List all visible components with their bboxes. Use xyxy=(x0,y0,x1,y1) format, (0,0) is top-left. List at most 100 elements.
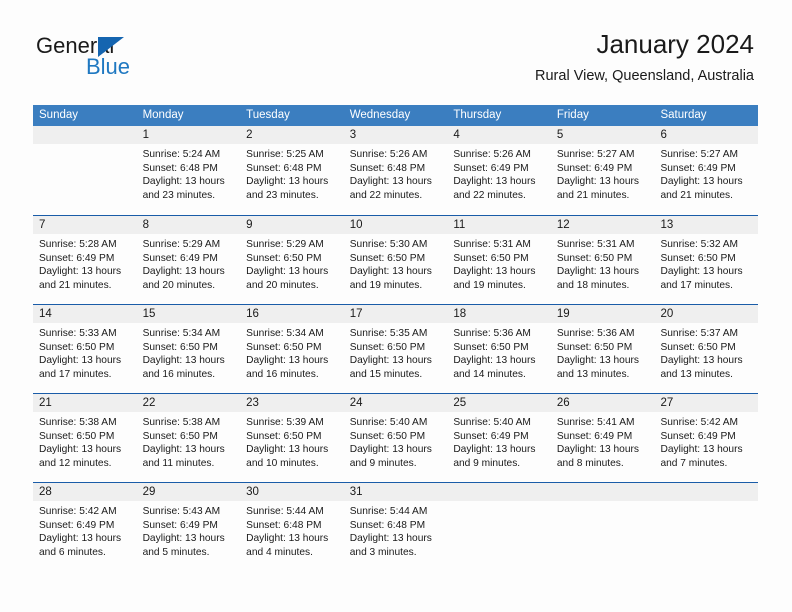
day-details: Sunrise: 5:39 AM Sunset: 6:50 PM Daylight:… xyxy=(240,412,344,470)
calendar-day-cell[interactable]: 10 Sunrise: 5:30 AM Sunset: 6:50 PM Dayligh… xyxy=(343,216,448,304)
calendar-day-cell[interactable]: 24 Sunrise: 5:40 AM Sunset: 6:50 PM Dayligh… xyxy=(343,394,448,482)
calendar-day-cell[interactable]: 3 Sunrise: 5:26 AM Sunset: 6:48 PM Daylight… xyxy=(343,126,448,215)
day-details: Sunrise: 5:34 AM Sunset: 6:50 PM Daylight:… xyxy=(137,323,241,381)
calendar-day-cell[interactable]: 1 Sunrise: 5:24 AM Sunset: 6:48 PM Daylight… xyxy=(136,126,241,215)
calendar-day-cell[interactable]: 22 Sunrise: 5:38 AM Sunset: 6:50 PM Dayligh… xyxy=(136,394,241,482)
day-number: 16 xyxy=(240,305,344,323)
day-number xyxy=(550,483,655,501)
daylight-text: Daylight: 13 hours and 21 minutes. xyxy=(556,176,640,201)
calendar-day-cell-empty xyxy=(447,483,551,571)
daylight-text: Daylight: 13 hours and 13 minutes. xyxy=(660,355,743,380)
calendar-day-cell[interactable]: 23 Sunrise: 5:39 AM Sunset: 6:50 PM Dayligh… xyxy=(240,394,344,482)
day-details: Sunrise: 5:24 AM Sunset: 6:48 PM Daylight:… xyxy=(137,144,241,202)
daylight-text: Daylight: 13 hours and 11 minutes. xyxy=(142,444,225,469)
sunrise-text: Sunrise: 5:34 AM xyxy=(246,328,324,339)
general-blue-logo[interactable]: General Blue xyxy=(36,34,186,86)
calendar-day-cell[interactable]: 12 Sunrise: 5:31 AM Sunset: 6:50 PM Dayligh… xyxy=(550,216,655,304)
calendar-day-cell[interactable]: 30 Sunrise: 5:44 AM Sunset: 6:48 PM Dayligh… xyxy=(240,483,344,571)
calendar-day-cell[interactable]: 4 Sunrise: 5:26 AM Sunset: 6:49 PM Daylight… xyxy=(447,126,551,215)
daylight-text: Daylight: 13 hours and 9 minutes. xyxy=(453,444,536,469)
day-details: Sunrise: 5:25 AM Sunset: 6:48 PM Daylight:… xyxy=(240,144,344,202)
calendar-day-cell[interactable]: 18 Sunrise: 5:36 AM Sunset: 6:50 PM Dayligh… xyxy=(447,305,551,393)
calendar-day-cell[interactable]: 27 Sunrise: 5:42 AM Sunset: 6:49 PM Dayligh… xyxy=(654,394,759,482)
daylight-text: Daylight: 13 hours and 19 minutes. xyxy=(453,266,536,291)
day-details: Sunrise: 5:30 AM Sunset: 6:50 PM Daylight:… xyxy=(344,234,448,292)
day-number: 10 xyxy=(343,216,448,234)
day-details: Sunrise: 5:31 AM Sunset: 6:50 PM Daylight:… xyxy=(551,234,655,292)
calendar-day-cell[interactable]: 29 Sunrise: 5:43 AM Sunset: 6:49 PM Dayligh… xyxy=(136,483,241,571)
day-details: Sunrise: 5:44 AM Sunset: 6:48 PM Daylight:… xyxy=(240,501,344,559)
day-details: Sunrise: 5:32 AM Sunset: 6:50 PM Daylight:… xyxy=(654,234,758,292)
sunset-text: Sunset: 6:50 PM xyxy=(453,252,529,264)
daylight-text: Daylight: 13 hours and 16 minutes. xyxy=(246,355,329,380)
calendar-day-cell[interactable]: 5 Sunrise: 5:27 AM Sunset: 6:49 PM Daylight… xyxy=(550,126,655,215)
calendar-day-cell[interactable]: 14 Sunrise: 5:33 AM Sunset: 6:50 PM Dayligh… xyxy=(33,305,137,393)
calendar-day-cell[interactable]: 17 Sunrise: 5:35 AM Sunset: 6:50 PM Dayligh… xyxy=(343,305,448,393)
sunrise-text: Sunrise: 5:37 AM xyxy=(660,328,739,339)
calendar-week-row: 21 Sunrise: 5:38 AM Sunset: 6:50 PM Dayligh… xyxy=(33,393,759,482)
sunset-text: Sunset: 6:50 PM xyxy=(349,341,426,353)
sunset-text: Sunset: 6:50 PM xyxy=(349,430,426,442)
calendar-weeks: 1 Sunrise: 5:24 AM Sunset: 6:48 PM Daylight… xyxy=(33,126,759,571)
sunrise-text: Sunrise: 5:28 AM xyxy=(39,239,117,250)
sunset-text: Sunset: 6:49 PM xyxy=(453,430,529,442)
weekday-header-row: Sunday Monday Tuesday Wednesday Thursday… xyxy=(33,105,758,126)
weekday-header-monday: Monday xyxy=(142,109,184,121)
sunset-text: Sunset: 6:49 PM xyxy=(556,430,633,442)
sunrise-text: Sunrise: 5:43 AM xyxy=(142,506,221,517)
calendar-day-cell[interactable]: 31 Sunrise: 5:44 AM Sunset: 6:48 PM Dayligh… xyxy=(343,483,448,571)
daylight-text: Daylight: 13 hours and 23 minutes. xyxy=(246,176,329,201)
calendar-day-cell[interactable]: 7 Sunrise: 5:28 AM Sunset: 6:49 PM Daylight… xyxy=(33,216,137,304)
sunrise-text: Sunrise: 5:29 AM xyxy=(142,239,221,250)
calendar-day-cell[interactable]: 8 Sunrise: 5:29 AM Sunset: 6:49 PM Daylight… xyxy=(136,216,241,304)
sunrise-text: Sunrise: 5:42 AM xyxy=(660,417,739,428)
sunrise-text: Sunrise: 5:34 AM xyxy=(142,328,221,339)
calendar-day-cell[interactable]: 11 Sunrise: 5:31 AM Sunset: 6:50 PM Dayligh… xyxy=(447,216,551,304)
day-number: 28 xyxy=(33,483,137,501)
weekday-header-wednesday: Wednesday xyxy=(349,109,411,121)
calendar-week-row: 14 Sunrise: 5:33 AM Sunset: 6:50 PM Dayligh… xyxy=(33,304,759,393)
logo-word-blue: Blue xyxy=(86,54,131,79)
calendar-day-cell[interactable]: 19 Sunrise: 5:36 AM Sunset: 6:50 PM Dayligh… xyxy=(550,305,655,393)
day-details: Sunrise: 5:38 AM Sunset: 6:50 PM Daylight:… xyxy=(33,412,137,470)
calendar-day-cell[interactable]: 26 Sunrise: 5:41 AM Sunset: 6:49 PM Dayligh… xyxy=(550,394,655,482)
day-details: Sunrise: 5:35 AM Sunset: 6:50 PM Daylight:… xyxy=(344,323,448,381)
page-subtitle: Rural View, Queensland, Australia xyxy=(535,68,754,84)
day-number: 3 xyxy=(343,126,448,144)
daylight-text: Daylight: 13 hours and 6 minutes. xyxy=(39,533,122,558)
sunset-text: Sunset: 6:48 PM xyxy=(142,162,218,174)
calendar-day-cell[interactable]: 21 Sunrise: 5:38 AM Sunset: 6:50 PM Dayligh… xyxy=(33,394,137,482)
calendar-day-cell[interactable]: 13 Sunrise: 5:32 AM Sunset: 6:50 PM Dayligh… xyxy=(654,216,759,304)
daylight-text: Daylight: 13 hours and 23 minutes. xyxy=(142,176,225,201)
calendar-day-cell[interactable]: 20 Sunrise: 5:37 AM Sunset: 6:50 PM Dayligh… xyxy=(654,305,759,393)
calendar-day-cell[interactable]: 9 Sunrise: 5:29 AM Sunset: 6:50 PM Daylight… xyxy=(240,216,344,304)
sunrise-text: Sunrise: 5:24 AM xyxy=(142,149,221,160)
calendar-day-cell[interactable]: 25 Sunrise: 5:40 AM Sunset: 6:49 PM Dayligh… xyxy=(447,394,551,482)
day-details: Sunrise: 5:40 AM Sunset: 6:49 PM Daylight:… xyxy=(447,412,551,470)
daylight-text: Daylight: 13 hours and 20 minutes. xyxy=(142,266,225,291)
sunrise-text: Sunrise: 5:26 AM xyxy=(453,149,531,160)
calendar-day-cell[interactable]: 16 Sunrise: 5:34 AM Sunset: 6:50 PM Dayligh… xyxy=(240,305,344,393)
page-header: General Blue January 2024 Rural View, Qu… xyxy=(0,0,792,104)
page-title: January 2024 xyxy=(596,29,754,59)
day-number: 22 xyxy=(136,394,241,412)
sunset-text: Sunset: 6:49 PM xyxy=(453,162,529,174)
day-details: Sunrise: 5:38 AM Sunset: 6:50 PM Daylight:… xyxy=(137,412,241,470)
weekday-header-tuesday: Tuesday xyxy=(246,109,290,121)
day-details: Sunrise: 5:42 AM Sunset: 6:49 PM Daylight:… xyxy=(33,501,137,559)
calendar-day-cell-empty xyxy=(654,483,759,571)
day-number: 21 xyxy=(33,394,137,412)
calendar-day-cell[interactable]: 2 Sunrise: 5:25 AM Sunset: 6:48 PM Daylight… xyxy=(240,126,344,215)
day-details: Sunrise: 5:33 AM Sunset: 6:50 PM Daylight:… xyxy=(33,323,137,381)
sunrise-text: Sunrise: 5:44 AM xyxy=(349,506,428,517)
sunrise-text: Sunrise: 5:36 AM xyxy=(453,328,531,339)
sunset-text: Sunset: 6:50 PM xyxy=(142,341,218,353)
day-details: Sunrise: 5:28 AM Sunset: 6:49 PM Daylight:… xyxy=(33,234,137,292)
day-number: 6 xyxy=(654,126,759,144)
calendar-day-cell[interactable]: 6 Sunrise: 5:27 AM Sunset: 6:49 PM Daylight… xyxy=(654,126,759,215)
calendar-day-cell[interactable]: 15 Sunrise: 5:34 AM Sunset: 6:50 PM Dayligh… xyxy=(136,305,241,393)
calendar-day-cell[interactable]: 28 Sunrise: 5:42 AM Sunset: 6:49 PM Dayligh… xyxy=(33,483,137,571)
calendar-week-row: 7 Sunrise: 5:28 AM Sunset: 6:49 PM Daylight… xyxy=(33,215,759,304)
sunrise-text: Sunrise: 5:32 AM xyxy=(660,239,739,250)
sunrise-text: Sunrise: 5:31 AM xyxy=(453,239,531,250)
